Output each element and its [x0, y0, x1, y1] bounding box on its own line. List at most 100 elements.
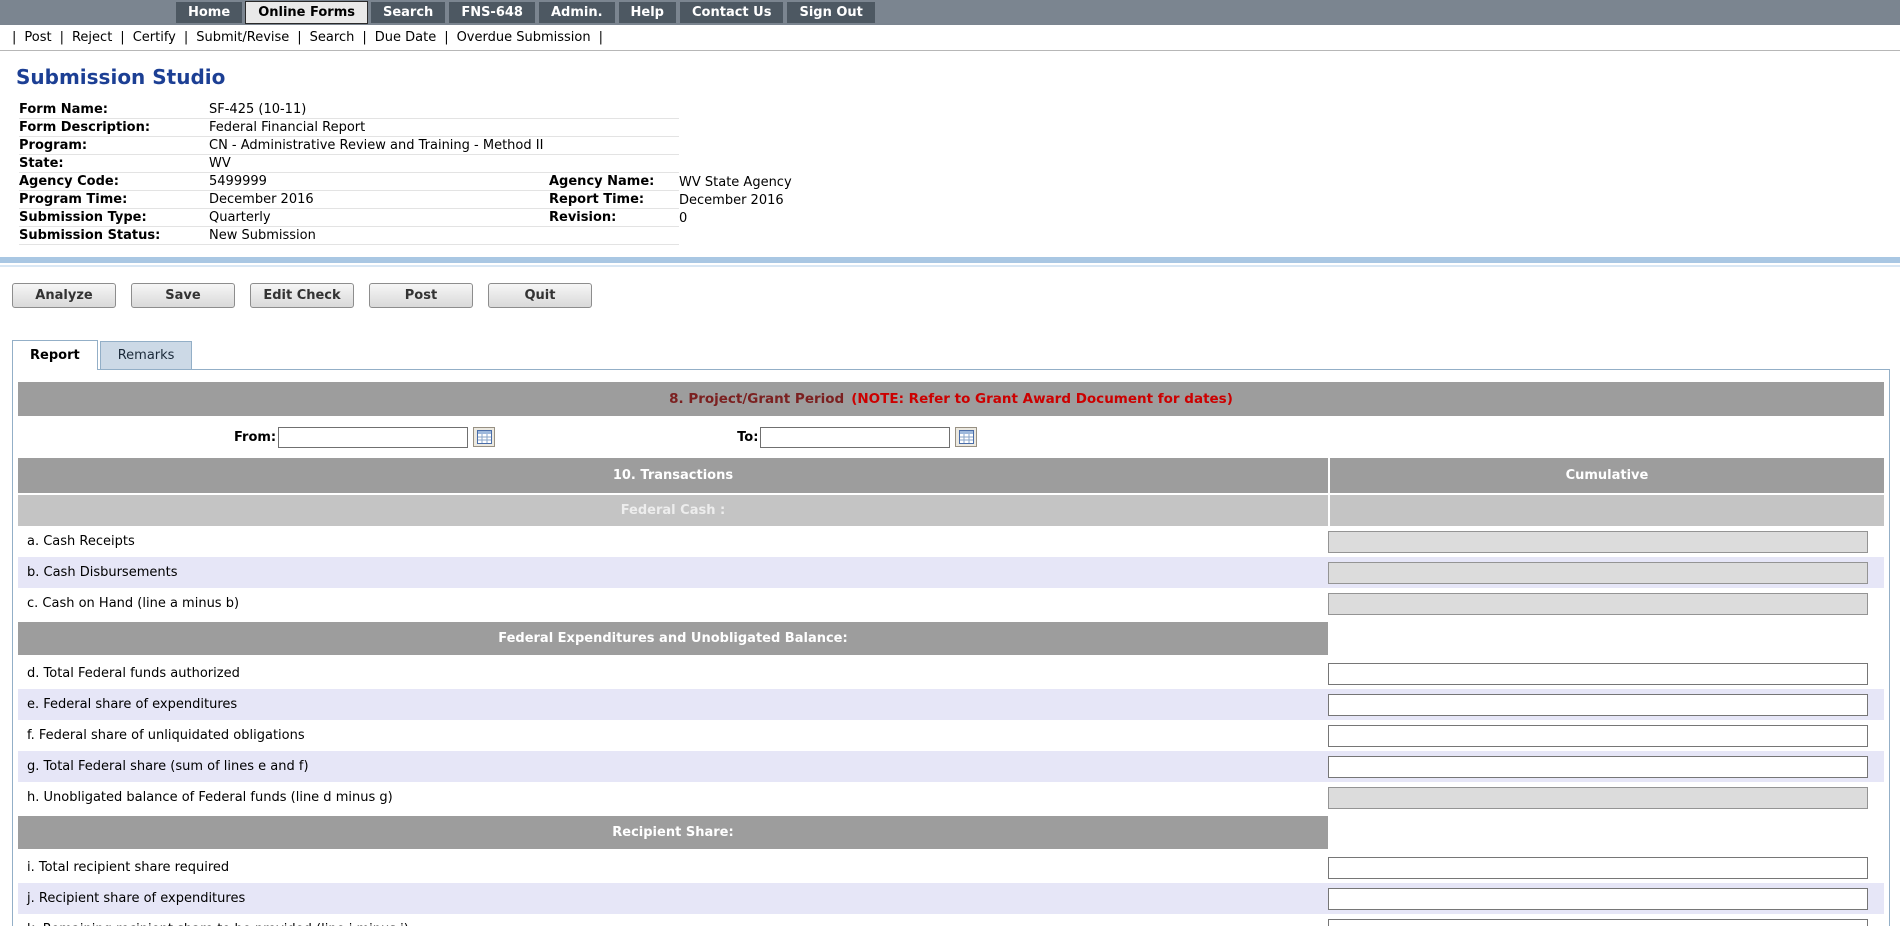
row-label: j. Recipient share of expenditures	[18, 891, 1328, 906]
from-date-input[interactable]	[278, 427, 468, 448]
nav-tab-search[interactable]: Search	[371, 2, 445, 23]
info-label: Form Name:	[19, 101, 209, 119]
analyze-button[interactable]: Analyze	[12, 283, 116, 308]
menu-item-reject[interactable]: Reject	[72, 30, 112, 45]
info-row: Form Description:Federal Financial Repor…	[19, 119, 1119, 137]
info-row: Submission Type:QuarterlyRevision:0	[19, 209, 1119, 227]
subsection-fill	[1330, 495, 1884, 526]
amount-input	[1328, 562, 1868, 584]
menu-bar: | Post | Reject | Certify | Submit/Revise | Searc…	[0, 25, 1900, 51]
info-value: 0	[679, 210, 1119, 227]
info-label: Program:	[19, 137, 209, 155]
menu-separator: |	[60, 30, 64, 45]
amount-input[interactable]	[1328, 919, 1868, 926]
section-label: Recipient Share:	[18, 816, 1328, 849]
amount-input[interactable]	[1328, 725, 1868, 747]
amount-input[interactable]	[1328, 888, 1868, 910]
grant-period-header: 8. Project/Grant Period (NOTE: Refer to …	[18, 382, 1884, 416]
section-divider	[0, 257, 1900, 263]
amount-cell	[1328, 562, 1884, 584]
section-header-row: Recipient Share:	[18, 816, 1884, 849]
info-value: December 2016	[679, 192, 1119, 209]
menu-item-due-date[interactable]: Due Date	[375, 30, 436, 45]
amount-cell	[1328, 756, 1884, 778]
grant-period-note: (NOTE: Refer to Grant Award Document for…	[851, 391, 1233, 407]
tab-remarks[interactable]: Remarks	[100, 341, 193, 369]
info-value: 5499999	[209, 173, 549, 191]
info-value: New Submission	[209, 227, 679, 245]
info-row: State:WV	[19, 155, 1119, 173]
amount-input[interactable]	[1328, 663, 1868, 685]
calendar-icon	[959, 430, 974, 444]
amount-cell	[1328, 888, 1884, 910]
info-label: Agency Code:	[19, 173, 209, 191]
amount-cell	[1328, 857, 1884, 879]
amount-input[interactable]	[1328, 857, 1868, 879]
edit-check-button[interactable]: Edit Check	[250, 283, 354, 308]
info-label: Program Time:	[19, 191, 209, 209]
row-label: c. Cash on Hand (line a minus b)	[18, 596, 1328, 611]
menu-item-certify[interactable]: Certify	[133, 30, 176, 45]
info-row: Program:CN - Administrative Review and T…	[19, 137, 1119, 155]
amount-cell	[1328, 531, 1884, 553]
info-label: State:	[19, 155, 209, 173]
menu-separator: |	[444, 30, 448, 45]
info-label: Agency Name:	[549, 173, 679, 191]
transaction-row: a. Cash Receipts	[18, 526, 1884, 557]
transaction-row: c. Cash on Hand (line a minus b)	[18, 588, 1884, 619]
amount-input[interactable]	[1328, 694, 1868, 716]
transaction-row: h. Unobligated balance of Federal funds …	[18, 782, 1884, 813]
post-button[interactable]: Post	[369, 283, 473, 308]
transaction-row: j. Recipient share of expenditures	[18, 883, 1884, 914]
menu-item-post[interactable]: Post	[24, 30, 51, 45]
amount-cell	[1328, 787, 1884, 809]
info-value: SF-425 (10-11)	[209, 101, 679, 119]
save-button[interactable]: Save	[131, 283, 235, 308]
subsection-label: Federal Cash :	[18, 495, 1328, 526]
transaction-row: k. Remaining recipient share to be provi…	[18, 914, 1884, 926]
info-row: Program Time:December 2016Report Time:De…	[19, 191, 1119, 209]
menu-item-overdue-submission[interactable]: Overdue Submission	[457, 30, 591, 45]
section-fill	[1328, 622, 1884, 655]
transaction-row: d. Total Federal funds authorized	[18, 658, 1884, 689]
nav-tab-sign-out[interactable]: Sign Out	[787, 2, 874, 23]
nav-tab-contact-us[interactable]: Contact Us	[680, 2, 783, 23]
section-fill	[1328, 816, 1884, 849]
nav-tab-help[interactable]: Help	[619, 2, 676, 23]
calendar-icon	[477, 430, 492, 444]
to-date-picker-button[interactable]	[955, 427, 977, 447]
subsection-header-row: Federal Cash :	[18, 495, 1884, 526]
row-label: i. Total recipient share required	[18, 860, 1328, 875]
nav-tab-home[interactable]: Home	[176, 2, 242, 23]
amount-cell	[1328, 593, 1884, 615]
transaction-row: f. Federal share of unliquidated obligat…	[18, 720, 1884, 751]
amount-input[interactable]	[1328, 756, 1868, 778]
transaction-row: g. Total Federal share (sum of lines e a…	[18, 751, 1884, 782]
quit-button[interactable]: Quit	[488, 283, 592, 308]
menu-separator: |	[297, 30, 301, 45]
from-date-picker-button[interactable]	[473, 427, 495, 447]
nav-tab-admin[interactable]: Admin.	[539, 2, 615, 23]
menu-item-submit-revise[interactable]: Submit/Revise	[196, 30, 289, 45]
tab-bar: ReportRemarks	[12, 340, 1900, 369]
nav-tab-online-forms[interactable]: Online Forms	[246, 2, 367, 23]
info-label: Form Description:	[19, 119, 209, 137]
nav-tab-fns-648[interactable]: FNS-648	[449, 2, 535, 23]
section-divider-thin	[0, 265, 1900, 267]
info-label: Report Time:	[549, 191, 679, 209]
form-info: Form Name:SF-425 (10-11)Form Description…	[19, 101, 1119, 245]
amount-cell	[1328, 725, 1884, 747]
to-date-input[interactable]	[760, 427, 950, 448]
report-panel: 8. Project/Grant Period (NOTE: Refer to …	[12, 369, 1890, 926]
info-label: Submission Status:	[19, 227, 209, 245]
transactions-column-header: 10. Transactions	[18, 458, 1328, 493]
section-header-row: Federal Expenditures and Unobligated Bal…	[18, 622, 1884, 655]
info-row: Agency Code:5499999Agency Name:WV State …	[19, 173, 1119, 191]
menu-separator: |	[12, 30, 16, 45]
tab-report[interactable]: Report	[12, 340, 98, 370]
to-label: To:	[737, 430, 758, 445]
menu-item-search[interactable]: Search	[310, 30, 355, 45]
amount-cell	[1328, 919, 1884, 926]
amount-input	[1328, 531, 1868, 553]
menu-separator: |	[362, 30, 366, 45]
